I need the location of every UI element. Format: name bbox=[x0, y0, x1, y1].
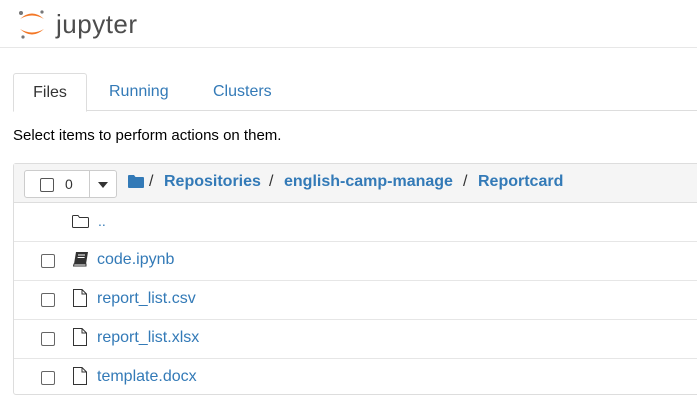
list-item[interactable]: report_list.csv bbox=[14, 281, 697, 320]
select-all-checkbox[interactable] bbox=[40, 178, 54, 192]
breadcrumb-separator: / bbox=[269, 173, 274, 190]
file-list-panel: 0 / Repositories / english-camp-manage /… bbox=[13, 163, 697, 395]
list-item[interactable]: report_list.xlsx bbox=[14, 320, 697, 359]
jupyter-logo-icon bbox=[19, 10, 44, 39]
file-name[interactable]: code.ipynb bbox=[97, 251, 174, 269]
row-checkbox[interactable] bbox=[41, 332, 55, 346]
tab-clusters[interactable]: Clusters bbox=[213, 73, 272, 111]
folder-open-icon bbox=[72, 215, 89, 228]
breadcrumb-separator: / bbox=[149, 173, 154, 190]
file-icon bbox=[73, 289, 87, 307]
row-checkbox[interactable] bbox=[41, 371, 55, 385]
tab-running[interactable]: Running bbox=[109, 73, 169, 111]
list-item-updir[interactable]: .. bbox=[14, 203, 697, 242]
folder-icon[interactable] bbox=[128, 175, 144, 188]
notebook-icon bbox=[73, 252, 88, 267]
breadcrumb-english-camp-manage[interactable]: english-camp-manage bbox=[284, 173, 453, 191]
header: jupyter bbox=[0, 0, 697, 48]
file-icon bbox=[73, 328, 87, 346]
list-item[interactable]: code.ipynb bbox=[14, 242, 697, 281]
tab-bar: Files Running Clusters bbox=[13, 73, 697, 112]
list-item[interactable]: template.docx bbox=[14, 359, 697, 398]
breadcrumb-reportcard[interactable]: Reportcard bbox=[478, 173, 563, 191]
select-divider bbox=[89, 171, 90, 197]
file-name[interactable]: report_list.csv bbox=[97, 290, 196, 308]
selected-count: 0 bbox=[65, 176, 73, 192]
jupyter-logo[interactable]: jupyter bbox=[17, 5, 157, 43]
chevron-down-icon[interactable] bbox=[98, 182, 108, 188]
file-icon bbox=[73, 367, 87, 385]
tab-files[interactable]: Files bbox=[13, 73, 87, 112]
file-name[interactable]: report_list.xlsx bbox=[97, 329, 199, 347]
file-list-header: 0 / Repositories / english-camp-manage /… bbox=[14, 164, 697, 203]
row-checkbox[interactable] bbox=[41, 254, 55, 268]
logo-text: jupyter bbox=[56, 9, 138, 39]
select-all-group: 0 bbox=[24, 170, 117, 198]
breadcrumb-separator: / bbox=[463, 173, 468, 190]
updir-link[interactable]: .. bbox=[98, 213, 106, 229]
file-name[interactable]: template.docx bbox=[97, 368, 197, 386]
row-checkbox[interactable] bbox=[41, 293, 55, 307]
breadcrumb-repositories[interactable]: Repositories bbox=[164, 173, 261, 191]
instructions-text: Select items to perform actions on them. bbox=[13, 127, 282, 144]
